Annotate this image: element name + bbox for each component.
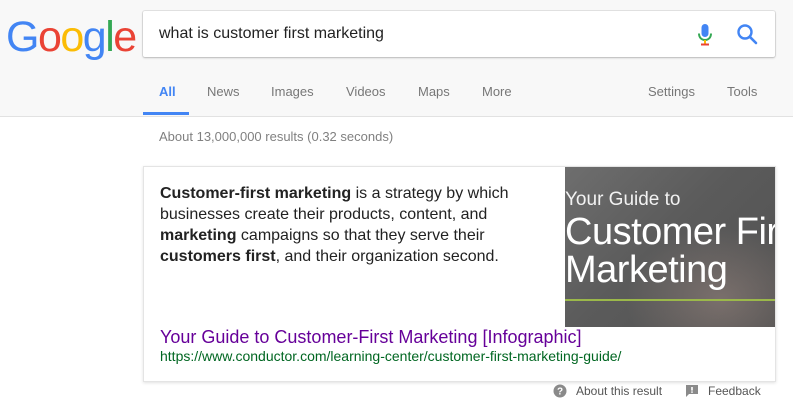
help-icon: ? xyxy=(553,384,567,398)
about-result-label: About this result xyxy=(576,384,663,398)
tab-news[interactable]: News xyxy=(207,84,240,99)
header-bar: Google All News Images Videos Maps More … xyxy=(0,0,793,117)
logo-letter: e xyxy=(113,13,137,61)
result-stats: About 13,000,000 results (0.32 seconds) xyxy=(159,129,394,144)
feedback-link[interactable]: Feedback xyxy=(685,384,761,398)
result-url[interactable]: https://www.conductor.com/learning-cente… xyxy=(160,348,621,364)
mic-icon[interactable] xyxy=(697,23,713,47)
search-box xyxy=(143,11,775,57)
snippet-bold: marketing xyxy=(160,227,237,244)
tab-all[interactable]: All xyxy=(159,84,176,99)
logo-letter: l xyxy=(105,13,115,61)
result-title-link[interactable]: Your Guide to Customer-First Marketing [… xyxy=(160,327,582,348)
search-icon[interactable] xyxy=(735,22,759,46)
logo-letter: o xyxy=(60,13,84,61)
featured-snippet-card: Customer-first marketing is a strategy b… xyxy=(143,166,776,382)
google-logo[interactable]: Google xyxy=(6,13,137,61)
tab-settings[interactable]: Settings xyxy=(648,84,695,99)
image-text-line: Your Guide to xyxy=(565,189,681,210)
image-text-line: Marketing xyxy=(565,249,728,291)
image-text-line: Customer First xyxy=(565,211,775,253)
tab-maps[interactable]: Maps xyxy=(418,84,450,99)
snippet-text: Customer-first marketing is a strategy b… xyxy=(160,183,530,267)
search-input[interactable] xyxy=(159,11,679,57)
feedback-label: Feedback xyxy=(708,384,761,398)
snippet-footer: ? About this result Feedback xyxy=(0,384,793,404)
logo-letter: G xyxy=(6,13,39,61)
snippet-bold: Customer-first marketing xyxy=(160,185,352,202)
tab-more[interactable]: More xyxy=(482,84,512,99)
tab-videos[interactable]: Videos xyxy=(346,84,386,99)
logo-letter: o xyxy=(37,13,62,61)
snippet-bold: customers first xyxy=(160,248,276,265)
search-tabs: All News Images Videos Maps More Setting… xyxy=(0,82,793,117)
tab-images[interactable]: Images xyxy=(271,84,314,99)
snippet-image[interactable]: Your Guide to Customer First Marketing xyxy=(565,167,775,327)
image-accent-rule xyxy=(565,299,775,301)
about-result-link[interactable]: ? About this result xyxy=(553,384,662,398)
snippet-text-segment: campaigns so that they serve their xyxy=(236,227,485,244)
active-tab-indicator xyxy=(143,112,189,115)
logo-letter: g xyxy=(82,13,107,61)
svg-text:?: ? xyxy=(557,387,563,398)
snippet-text-segment: , and their organization second. xyxy=(275,248,499,265)
feedback-icon xyxy=(686,385,698,397)
tab-tools[interactable]: Tools xyxy=(727,84,757,99)
